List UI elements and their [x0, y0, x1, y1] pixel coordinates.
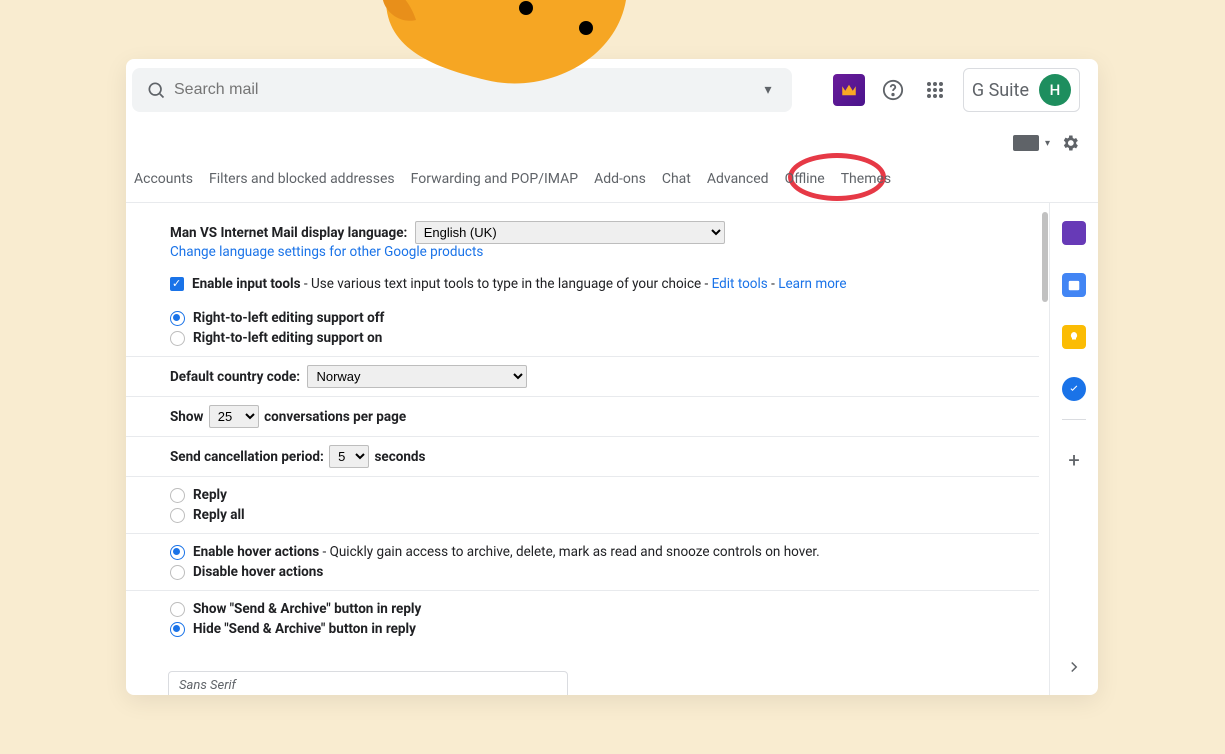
hover-enable-row[interactable]: Enable hover actions - Quickly gain acce… — [170, 542, 1039, 562]
send-archive-show-label: Show "Send & Archive" button in reply — [193, 601, 421, 617]
search-icon — [138, 80, 174, 100]
setting-page-size: Show 25 conversations per page — [126, 397, 1039, 437]
tasks-icon[interactable] — [1062, 377, 1086, 401]
search-bar[interactable]: ▾ — [132, 68, 792, 112]
hover-disable-label: Disable hover actions — [193, 564, 323, 580]
setting-default-reply: Reply Reply all — [126, 477, 1039, 534]
settings-toolbar: ▾ — [126, 121, 1098, 165]
page-size-select[interactable]: 25 — [209, 405, 259, 428]
scrollbar[interactable] — [1042, 212, 1048, 302]
gmail-settings-window: ▾ G Suite H ▾ Accounts Filters a — [126, 59, 1098, 695]
page-size-suffix: conversations per page — [264, 409, 406, 425]
apps-grid-icon[interactable] — [921, 76, 949, 104]
undo-send-label: Send cancellation period: — [170, 449, 324, 465]
send-archive-hide-label: Hide "Send & Archive" button in reply — [193, 621, 416, 637]
chevron-down-icon[interactable]: ▾ — [1045, 138, 1050, 149]
reply-label: Reply — [193, 487, 227, 503]
plus-icon[interactable]: + — [1068, 448, 1079, 472]
tab-forwarding[interactable]: Forwarding and POP/IMAP — [411, 165, 578, 193]
undo-send-suffix: seconds — [374, 449, 425, 465]
input-tools-checkbox[interactable] — [170, 277, 184, 291]
language-label: Man VS Internet Mail display language: — [170, 225, 407, 241]
send-archive-show-radio[interactable] — [170, 602, 185, 617]
page-size-prefix: Show — [170, 409, 203, 425]
reply-all-radio[interactable] — [170, 508, 185, 523]
reply-row[interactable]: Reply — [170, 485, 1039, 505]
hover-disable-row[interactable]: Disable hover actions — [170, 562, 1039, 582]
content-wrap: Man VS Internet Mail display language: E… — [126, 203, 1098, 695]
side-panel: + — [1050, 203, 1098, 695]
language-select[interactable]: English (UK) — [415, 221, 725, 244]
send-archive-hide-radio[interactable] — [170, 622, 185, 637]
input-tools-label: Enable input tools — [192, 276, 301, 292]
undo-send-select[interactable]: 5 — [329, 445, 369, 468]
formatting-strip[interactable]: Sans Serif — [168, 671, 568, 695]
tab-addons[interactable]: Add-ons — [594, 165, 646, 193]
sidepanel-addon-icon[interactable] — [1062, 221, 1086, 245]
hover-disable-radio[interactable] — [170, 565, 185, 580]
input-tools-desc: - Use various text input tools to type i… — [301, 276, 712, 292]
setting-language: Man VS Internet Mail display language: E… — [126, 213, 1039, 357]
input-method-icon[interactable] — [1013, 135, 1039, 151]
reply-all-row[interactable]: Reply all — [170, 505, 1039, 525]
hover-enable-radio[interactable] — [170, 545, 185, 560]
country-code-select[interactable]: Norway — [307, 365, 527, 388]
hover-enable-label: Enable hover actions — [193, 544, 319, 560]
change-language-link[interactable]: Change language settings for other Googl… — [170, 244, 483, 260]
setting-country-code: Default country code: Norway — [126, 357, 1039, 397]
settings-tabs: Accounts Filters and blocked addresses F… — [126, 165, 1098, 203]
setting-hover-actions: Enable hover actions - Quickly gain acce… — [126, 534, 1039, 591]
avatar[interactable]: H — [1039, 74, 1071, 106]
hover-enable-desc: - Quickly gain access to archive, delete… — [319, 544, 820, 560]
rtl-off-label: Right-to-left editing support off — [193, 310, 384, 326]
reply-all-label: Reply all — [193, 507, 245, 523]
learn-more-link[interactable]: Learn more — [778, 276, 846, 292]
setting-send-archive: Show "Send & Archive" button in reply Hi… — [126, 591, 1039, 647]
country-code-label: Default country code: — [170, 369, 300, 385]
rtl-off-radio[interactable] — [170, 311, 185, 326]
font-name: Sans Serif — [179, 678, 236, 693]
tab-filters[interactable]: Filters and blocked addresses — [209, 165, 395, 193]
rtl-on-row[interactable]: Right-to-left editing support on — [170, 328, 1039, 348]
sidepanel-divider — [1062, 419, 1086, 420]
rtl-on-label: Right-to-left editing support on — [193, 330, 382, 346]
tab-advanced[interactable]: Advanced — [707, 165, 769, 193]
tab-themes[interactable]: Themes — [841, 165, 891, 193]
calendar-icon[interactable] — [1062, 273, 1086, 297]
header-actions: G Suite H — [833, 68, 1080, 112]
tab-chat[interactable]: Chat — [662, 165, 691, 193]
rtl-off-row[interactable]: Right-to-left editing support off — [170, 308, 1039, 328]
settings-content[interactable]: Man VS Internet Mail display language: E… — [126, 203, 1050, 695]
gear-icon[interactable] — [1056, 129, 1084, 157]
support-icon[interactable] — [879, 76, 907, 104]
rtl-on-radio[interactable] — [170, 331, 185, 346]
send-archive-hide-row[interactable]: Hide "Send & Archive" button in reply — [170, 619, 1039, 639]
header: ▾ G Suite H — [126, 59, 1098, 121]
gsuite-account-switcher[interactable]: G Suite H — [963, 68, 1080, 112]
gsuite-label: G Suite — [972, 80, 1029, 101]
tab-offline[interactable]: Offline — [785, 165, 825, 193]
search-options-dropdown-icon[interactable]: ▾ — [750, 82, 786, 98]
reply-radio[interactable] — [170, 488, 185, 503]
send-archive-show-row[interactable]: Show "Send & Archive" button in reply — [170, 599, 1039, 619]
edit-tools-link[interactable]: Edit tools — [712, 276, 768, 292]
crown-badge-icon[interactable] — [833, 74, 865, 106]
chevron-right-icon[interactable] — [1060, 653, 1088, 681]
keep-icon[interactable] — [1062, 325, 1086, 349]
search-input[interactable] — [174, 81, 750, 99]
setting-undo-send: Send cancellation period: 5 seconds — [126, 437, 1039, 477]
tab-accounts[interactable]: Accounts — [134, 165, 193, 193]
input-tools-row[interactable]: Enable input tools - Use various text in… — [170, 274, 1039, 294]
